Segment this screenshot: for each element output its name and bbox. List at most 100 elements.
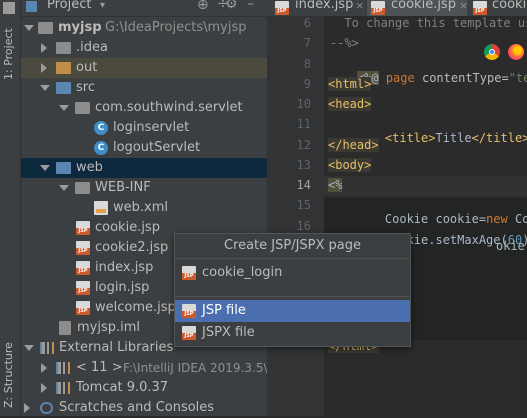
chevron-down-icon[interactable] [59,105,69,111]
line-number: 12 [296,138,311,152]
jsp-file-icon [76,281,90,295]
directive-attr: contentType= [421,71,509,85]
code-editor[interactable]: To change this template use --%> <%@ pag… [324,16,527,416]
chrome-icon[interactable] [484,44,500,60]
scriptlet-open: <% [328,178,343,192]
head-close-tag: </head> [328,138,379,152]
code-line-7: --%> [330,36,359,50]
chevron-right-icon[interactable] [41,363,47,373]
popup-separator [175,296,410,297]
line-number: 9 [303,77,311,91]
chevron-down-icon[interactable] [40,85,50,91]
module-file-icon [59,321,71,335]
tree-item-scratches[interactable]: Scratches and Consoles [21,398,267,418]
project-panel-title[interactable]: Project [47,0,91,12]
structure-tool-tab[interactable]: Z: Structure [2,330,18,408]
editor-gutter: 6 7 8 9 10 11 12 13 14 15 16 17 18 19 20… [267,16,324,416]
chevron-down-icon[interactable] [24,345,34,351]
title-open-tag: <title> [384,131,436,145]
chevron-right-icon[interactable] [41,383,47,393]
tree-item-web-xml[interactable]: web.xml [21,198,267,218]
jspx-file-icon [182,326,196,340]
tree-item-web-inf[interactable]: WEB-INF [21,178,267,198]
close-icon[interactable]: × [355,0,364,12]
tree-item-out[interactable]: out [21,58,267,78]
tree-item-loginservlet[interactable]: C loginservlet [21,118,267,138]
code-line-11: <title>Title</title> [356,117,527,159]
line-number: 6 [303,16,311,30]
project-tool-tab[interactable]: 1: Project [2,20,18,80]
close-icon[interactable]: × [459,0,468,12]
tree-item-src[interactable]: src [21,78,267,98]
tree-item-tomcat[interactable]: Tomcat 9.0.37 [21,378,267,398]
html-open-tag: <html> [328,77,372,91]
line-number: 14 [296,178,311,192]
current-line-highlight [324,176,527,196]
tree-item-logoutservlet[interactable]: C logoutServlet [21,138,267,158]
code-line-10: <head> [328,97,372,111]
tree-item-label: WEB-INF [95,180,151,195]
chevron-right-icon[interactable] [24,403,30,413]
chevron-down-icon[interactable] [40,165,50,171]
popup-item-jsp-file[interactable]: JSP file [175,300,410,322]
tab-index-jsp[interactable]: index.jsp × [271,0,364,16]
code-line-13: <body> [328,158,372,172]
chevron-right-icon[interactable] [41,43,47,53]
tree-item-myjsp[interactable]: myjsp G:\IdeaProjects\myjsp [21,18,267,38]
tab-cookie-other[interactable]: cooki [471,0,527,16]
gear-icon[interactable]: ⚙ [225,0,238,12]
library-icon [40,342,54,354]
title-text: Title [435,131,472,145]
code-line-9: <html> [328,77,372,91]
tree-item-path: G:\IdeaProjects\myjsp [105,20,247,35]
jsp-file-icon [76,261,90,275]
tree-item-jdk-11[interactable]: < 11 > F:\IntelliJ IDEA 2019.3.5\j [21,358,271,378]
tree-item-label: index.jsp [95,260,154,275]
folder-icon [56,42,71,54]
jsp-file-icon [76,241,90,255]
chevron-down-icon[interactable]: ▾ [100,0,105,11]
project-view-icon [26,1,37,12]
locate-icon[interactable]: ⊕ [197,0,209,13]
line-number: 15 [296,198,311,212]
tree-item-label: welcome.jsp [95,300,176,315]
tree-item-label: myjsp [58,20,102,35]
tree-item-label: < 11 > [76,360,123,375]
tree-item-package[interactable]: com.southwind.servlet [21,98,267,118]
package-icon [75,102,90,114]
chevron-down-icon[interactable] [24,25,34,31]
tree-item-label: cookie2.jsp [95,240,169,255]
jsp-file-icon [473,1,487,15]
hide-icon[interactable]: – [247,0,254,12]
popup-item-label: JSPX file [202,325,255,340]
code-line-6: To change this template use [330,16,527,30]
tree-item-label: web [76,160,103,175]
tree-item-idea[interactable]: .idea [21,38,267,58]
popup-item-cookie-login[interactable]: cookie_login [175,262,410,284]
source-folder-icon [56,82,71,94]
code-line-17: okie [496,239,525,253]
tree-item-web[interactable]: web [21,158,267,178]
tree-item-label: .idea [76,40,108,55]
firefox-icon[interactable] [508,44,524,60]
popup-item-jspx-file[interactable]: JSPX file [175,322,410,344]
tree-item-label: com.southwind.servlet [95,100,243,115]
tab-cookie-jsp[interactable]: cookie.jsp × [367,0,468,16]
tree-item-label: Scratches and Consoles [59,400,215,415]
line-number: 16 [296,219,311,233]
directive-keyword: page [385,71,415,85]
module-folder-icon [38,22,53,34]
jsp-file-icon [275,1,289,15]
chevron-down-icon[interactable] [59,185,69,191]
tree-item-label: cookie.jsp [95,220,160,235]
class-icon: C [94,121,108,135]
tree-item-label: loginservlet [113,120,190,135]
project-tool-icon[interactable] [3,2,15,14]
popup-item-label: JSP file [202,303,246,318]
jsp-file-icon [76,221,90,235]
chevron-right-icon[interactable] [41,63,47,73]
tree-item-label: out [76,60,98,75]
class-icon: C [94,141,108,155]
line-number: 8 [303,57,311,71]
code-line-12: </head> [328,138,379,152]
